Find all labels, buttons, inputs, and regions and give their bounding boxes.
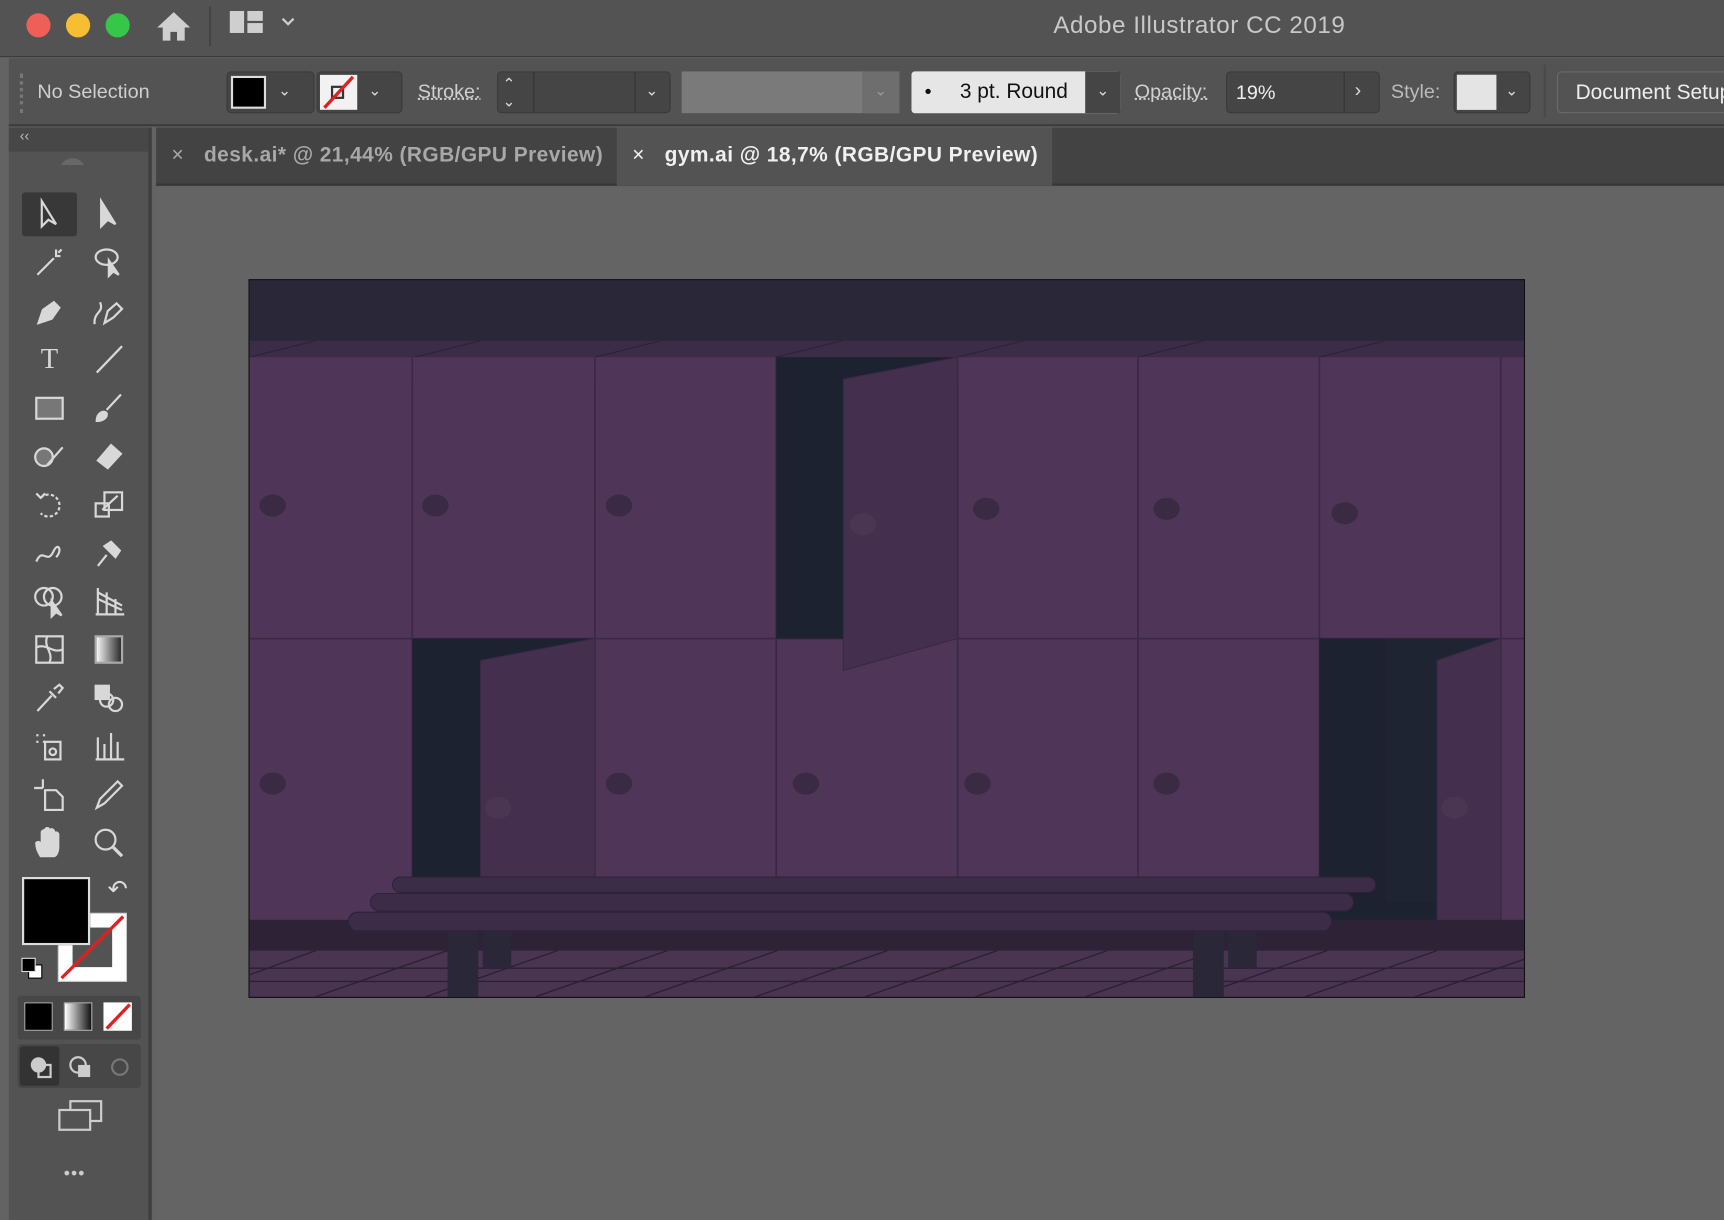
home-icon[interactable] [154,9,194,44]
color-mode-buttons [17,995,141,1040]
shape-builder-tool-icon[interactable] [24,579,75,623]
gradient-button[interactable] [63,1002,93,1031]
mesh-tool-icon[interactable] [24,628,75,672]
window-title: Adobe Illustrator CC 2019 [1053,10,1346,39]
artboard[interactable] [248,279,1526,998]
top-trim [249,340,1524,358]
draw-inside-icon[interactable] [108,1055,132,1079]
rectangle-tool-icon[interactable] [24,386,75,430]
paintbrush-tool-icon[interactable] [84,386,135,430]
lasso-tool-icon[interactable] [84,241,135,285]
fill-swatch[interactable]: ⌄ [226,71,315,114]
collapse-panel-button[interactable]: ‹‹ [8,127,149,152]
blend-tool-icon[interactable] [84,676,135,720]
line-segment-tool-icon[interactable] [84,337,135,381]
pen-tool-icon[interactable] [24,289,75,333]
edit-toolbar-button[interactable]: ••• [64,1165,86,1185]
puppet-warp-tool-icon[interactable] [84,531,135,575]
chevron-down-icon: ⌄ [278,81,292,99]
slice-tool-icon[interactable] [84,773,135,817]
default-colors-icon[interactable] [20,956,44,980]
opacity-field[interactable]: 19% › [1225,71,1380,114]
close-tab-icon[interactable]: × [632,144,645,167]
style-label: Style: [1390,80,1441,103]
close-tab-icon[interactable]: × [172,144,185,167]
grip-handle[interactable] [19,73,24,114]
control-bar: No Selection ⌄ ⌄ Stroke: ⌃ ⌄ ⌄ ⌄ • 3 pt. Ro… [8,58,1724,127]
document-tabs: × desk.ai* @ 21,44% (RGB/GPU Preview) × gy… [156,127,1724,186]
opacity-label[interactable]: Opacity: [1135,80,1208,103]
magic-wand-tool-icon[interactable] [24,241,75,285]
none-button[interactable] [103,1002,132,1031]
fill-color-swatch[interactable] [21,877,91,946]
open-locker-door [1436,637,1502,952]
direct-selection-tool-icon[interactable] [84,192,135,236]
illustrator-window: Adobe Illustrator CC 2019 No Selection ⌄… [0,0,1724,1220]
title-bar: Adobe Illustrator CC 2019 [0,0,1724,58]
scale-tool-icon[interactable] [84,482,135,526]
hand-tool-icon[interactable] [24,821,75,865]
locker-room-illustration [249,280,1525,998]
tab-desk[interactable]: × desk.ai* @ 21,44% (RGB/GPU Preview) [156,127,616,185]
maximize-window-button[interactable] [105,13,130,38]
stroke-weight-field[interactable]: ⌃ ⌄ ⌄ [496,71,671,114]
panel-grip[interactable] [59,158,96,165]
gradient-tool-icon[interactable] [84,628,135,672]
minimize-window-button[interactable] [65,13,91,38]
workspace-layout-icon[interactable] [229,9,295,38]
curvature-tool-icon[interactable] [84,289,135,333]
artboard-tool-icon[interactable] [24,773,75,817]
canvas-area[interactable] [156,187,1724,1220]
draw-behind-icon[interactable] [68,1055,92,1079]
tab-gym[interactable]: × gym.ai @ 18,7% (RGB/GPU Preview) [616,127,1053,186]
stroke-swatch[interactable]: ⌄ [316,71,403,114]
tools-panel: ‹‹ T ↶ ••• [8,127,152,1220]
swap-colors-icon[interactable]: ↶ [108,875,128,904]
eyedropper-tool-icon[interactable] [24,676,75,720]
brush-label: 3 pt. Round [959,80,1068,104]
rotate-tool-icon[interactable] [24,482,75,526]
change-screen-mode-icon[interactable] [57,1099,103,1134]
ceiling [249,280,1524,341]
eraser-tool-icon[interactable] [84,434,135,478]
close-window-button[interactable] [26,13,51,38]
type-tool-icon[interactable]: T [24,337,75,381]
selection-tool-icon[interactable] [21,192,77,237]
color-button[interactable] [24,1002,53,1031]
selection-label: No Selection [37,80,150,103]
draw-normal-icon[interactable] [29,1055,53,1079]
brush-definition[interactable]: • 3 pt. Round ⌄ [911,71,1121,114]
column-graph-tool-icon[interactable] [84,724,135,768]
drawing-modes [17,1044,141,1089]
stepper-icon[interactable]: ⌃ ⌄ [502,75,515,110]
warp-tool-icon[interactable] [24,531,75,575]
perspective-grid-tool-icon[interactable] [84,579,135,623]
symbol-sprayer-tool-icon[interactable] [24,724,75,768]
shaper-tool-icon[interactable] [24,434,75,478]
zoom-tool-icon[interactable] [84,821,135,865]
open-locker-door [479,637,596,878]
variable-width-profile[interactable]: ⌄ [681,71,900,114]
chevron-right-icon[interactable]: › [1355,79,1362,102]
document-setup-button[interactable]: Document Setup [1556,71,1724,114]
stroke-label[interactable]: Stroke: [418,80,481,103]
graphic-style-picker[interactable]: ⌄ [1453,71,1531,114]
